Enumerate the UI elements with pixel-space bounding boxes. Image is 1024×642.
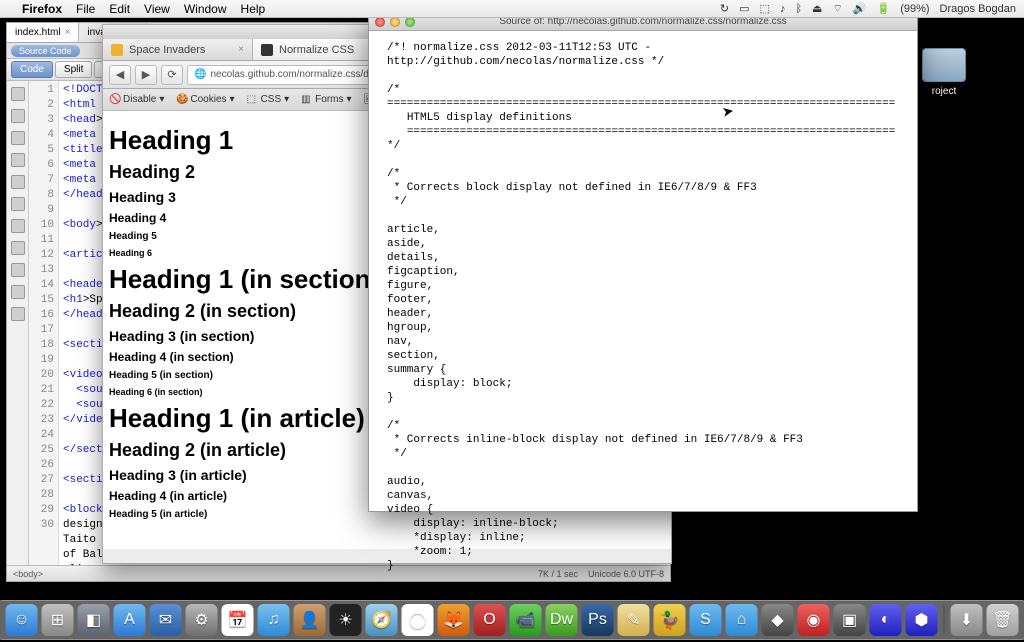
source-code-label[interactable]: Source Code (11, 45, 80, 57)
dock-finder[interactable]: ☺ (6, 604, 38, 636)
tab-label: Normalize CSS (279, 44, 354, 56)
dock-app2[interactable]: ◉ (798, 604, 830, 636)
display-icon[interactable]: ▭ (739, 2, 749, 15)
globe-icon: 🌐 (194, 69, 206, 80)
tool-icon[interactable] (11, 109, 25, 123)
battery-icon[interactable]: 🔋 (877, 2, 891, 15)
forward-button[interactable]: ▶ (135, 65, 157, 85)
dock-thunder[interactable]: ✉ (150, 604, 182, 636)
view-source-window: Source of: http://necolas.github.com/nor… (368, 12, 918, 512)
editor-icon-strip (7, 81, 29, 565)
close-icon[interactable]: × (238, 44, 244, 55)
app-name[interactable]: Firefox (22, 2, 62, 16)
bluetooth-icon[interactable]: ᛒ (795, 3, 802, 15)
tool-icon[interactable] (11, 131, 25, 145)
dock: ☺⊞◧A✉⚙📅♫👤☀🧭◯🦊O📹DwPs✎🦆S⌂◆◉▣◐⬢ ⬇🗑 (0, 600, 1024, 640)
tab-label: Space Invaders (129, 44, 205, 56)
dock-ps[interactable]: Ps (582, 604, 614, 636)
volume-icon[interactable]: 🔊 (853, 2, 867, 15)
dock-pages[interactable]: ✎ (618, 604, 650, 636)
cursor-icon: ➤ (721, 102, 736, 121)
editor-tab-index[interactable]: index.html × (7, 23, 79, 42)
dock-dw[interactable]: Dw (546, 604, 578, 636)
tool-icon[interactable] (11, 285, 25, 299)
dock-chrome[interactable]: ◯ (402, 604, 434, 636)
menu-file[interactable]: File (76, 2, 95, 16)
line-gutter: 1234567891011121314151617181920212223242… (29, 81, 59, 565)
battery-pct: (99%) (900, 3, 929, 15)
sync-icon[interactable]: ↻ (720, 2, 729, 15)
cookies-menu[interactable]: 🍪Cookies▾ (176, 94, 234, 105)
dock-launchpad[interactable]: ⊞ (42, 604, 74, 636)
disable-icon: 🚫 (109, 94, 120, 105)
dock-trash[interactable]: 🗑 (987, 604, 1019, 636)
tool-icon[interactable] (11, 263, 25, 277)
disable-menu[interactable]: 🚫Disable▾ (109, 94, 164, 105)
folder-label: roject (916, 86, 972, 97)
menubar: Firefox File Edit View Window Help ↻ ▭ ⬚… (0, 0, 1024, 18)
tab-label: index.html (15, 27, 61, 38)
tool-icon[interactable] (11, 197, 25, 211)
css-icon: ⬚ (247, 94, 258, 105)
dock-ical[interactable]: 📅 (222, 604, 254, 636)
forms-menu[interactable]: ▥Forms▾ (301, 94, 351, 105)
dock-mission[interactable]: ◧ (78, 604, 110, 636)
view-source-body[interactable]: /*! normalize.css 2012-03-11T12:53 UTC -… (369, 31, 917, 583)
dock-opera[interactable]: O (474, 604, 506, 636)
tool-icon[interactable] (11, 307, 25, 321)
tool-icon[interactable] (11, 175, 25, 189)
desktop-folder[interactable]: roject (916, 48, 972, 97)
folder-icon (922, 48, 966, 82)
status-path: <body> (13, 569, 43, 579)
css-menu[interactable]: ⬚CSS▾ (247, 94, 290, 105)
dock-contacts[interactable]: 👤 (294, 604, 326, 636)
dock-app5[interactable]: ⬢ (906, 604, 938, 636)
favicon-icon (261, 44, 273, 56)
cookies-icon: 🍪 (176, 94, 187, 105)
reload-button[interactable]: ⟳ (161, 65, 183, 85)
audio-icon[interactable]: ♪ (780, 3, 786, 15)
dock-downloads[interactable]: ⬇ (951, 604, 983, 636)
menu-window[interactable]: Window (184, 2, 227, 16)
dock-safari[interactable]: 🧭 (366, 604, 398, 636)
close-icon[interactable]: × (65, 27, 71, 38)
dock-duck[interactable]: 🦆 (654, 604, 686, 636)
tool-icon[interactable] (11, 87, 25, 101)
menu-help[interactable]: Help (241, 2, 266, 16)
dock-store[interactable]: A (114, 604, 146, 636)
dock-photo[interactable]: ☀ (330, 604, 362, 636)
dock-app3[interactable]: ▣ (834, 604, 866, 636)
user-switch[interactable]: Dragos Bogdan (940, 3, 1016, 15)
favicon-icon (111, 44, 123, 56)
back-button[interactable]: ◀ (109, 65, 131, 85)
tool-icon[interactable] (11, 219, 25, 233)
view-code-button[interactable]: Code (11, 61, 53, 78)
wifi-icon[interactable]: ⌔ (832, 2, 842, 16)
eject-icon[interactable]: ⏏ (812, 2, 822, 15)
dock-app1[interactable]: ◆ (762, 604, 794, 636)
dock-facetime[interactable]: 📹 (510, 604, 542, 636)
dock-pref[interactable]: ⚙ (186, 604, 218, 636)
dock-skype[interactable]: S (690, 604, 722, 636)
dock-firefox[interactable]: 🦊 (438, 604, 470, 636)
dock-app4[interactable]: ◐ (870, 604, 902, 636)
menu-view[interactable]: View (144, 2, 170, 16)
dropbox-icon[interactable]: ⬚ (760, 2, 770, 15)
menu-edit[interactable]: Edit (109, 2, 130, 16)
browser-tab-space-invaders[interactable]: Space Invaders × (103, 39, 253, 60)
dock-itunes[interactable]: ♫ (258, 604, 290, 636)
dock-xcode[interactable]: ⌂ (726, 604, 758, 636)
view-split-button[interactable]: Split (55, 61, 92, 78)
forms-icon: ▥ (301, 94, 312, 105)
tool-icon[interactable] (11, 241, 25, 255)
tool-icon[interactable] (11, 153, 25, 167)
